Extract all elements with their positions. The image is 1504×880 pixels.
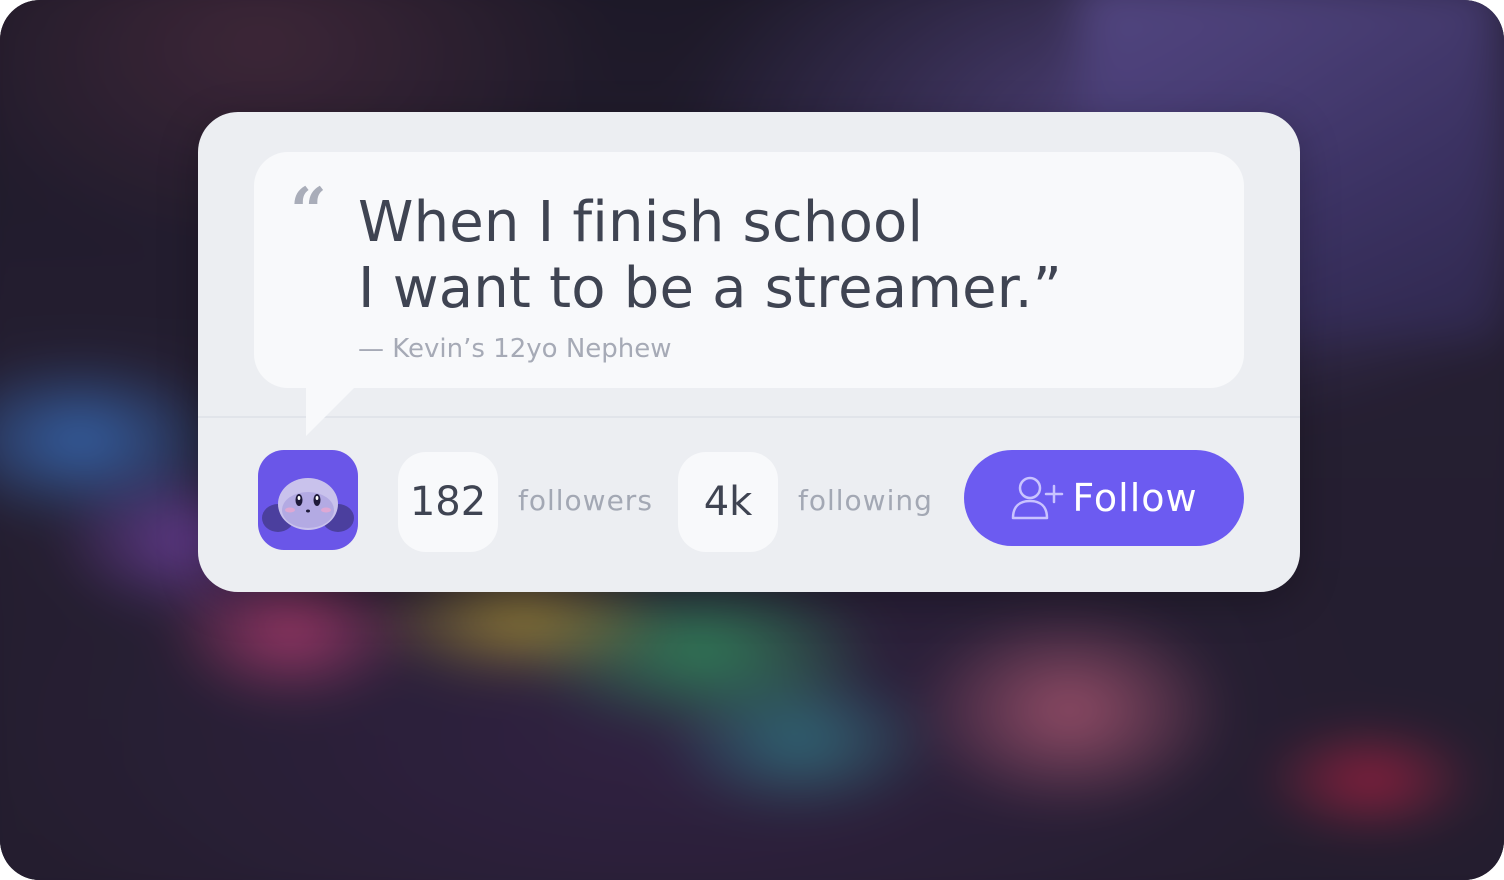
quote-line-2: I want to be a streamer.” bbox=[358, 256, 1063, 321]
card-divider bbox=[198, 416, 1300, 418]
following-count[interactable]: 4k bbox=[678, 452, 778, 552]
profile-quote-card: “ When I finish school I want to be a st… bbox=[198, 112, 1300, 592]
quote-text: When I finish school I want to be a stre… bbox=[358, 190, 1062, 322]
follow-button[interactable]: Follow bbox=[964, 450, 1244, 546]
screen-frame: “ When I finish school I want to be a st… bbox=[0, 0, 1504, 880]
quote-attribution: — Kevin’s 12yo Nephew bbox=[358, 334, 672, 364]
followers-label: followers bbox=[518, 484, 653, 517]
quote-line-1: When I finish school bbox=[358, 190, 924, 255]
add-user-icon bbox=[1012, 476, 1064, 520]
quote-bubble: “ When I finish school I want to be a st… bbox=[254, 152, 1244, 388]
avatar[interactable] bbox=[258, 450, 358, 550]
following-label: following bbox=[798, 484, 933, 517]
followers-count[interactable]: 182 bbox=[398, 452, 498, 552]
bubble-tail bbox=[306, 384, 358, 436]
ghost-character-icon bbox=[262, 478, 354, 532]
follow-button-label: Follow bbox=[1072, 476, 1198, 520]
quote-mark-icon: “ bbox=[290, 174, 327, 249]
